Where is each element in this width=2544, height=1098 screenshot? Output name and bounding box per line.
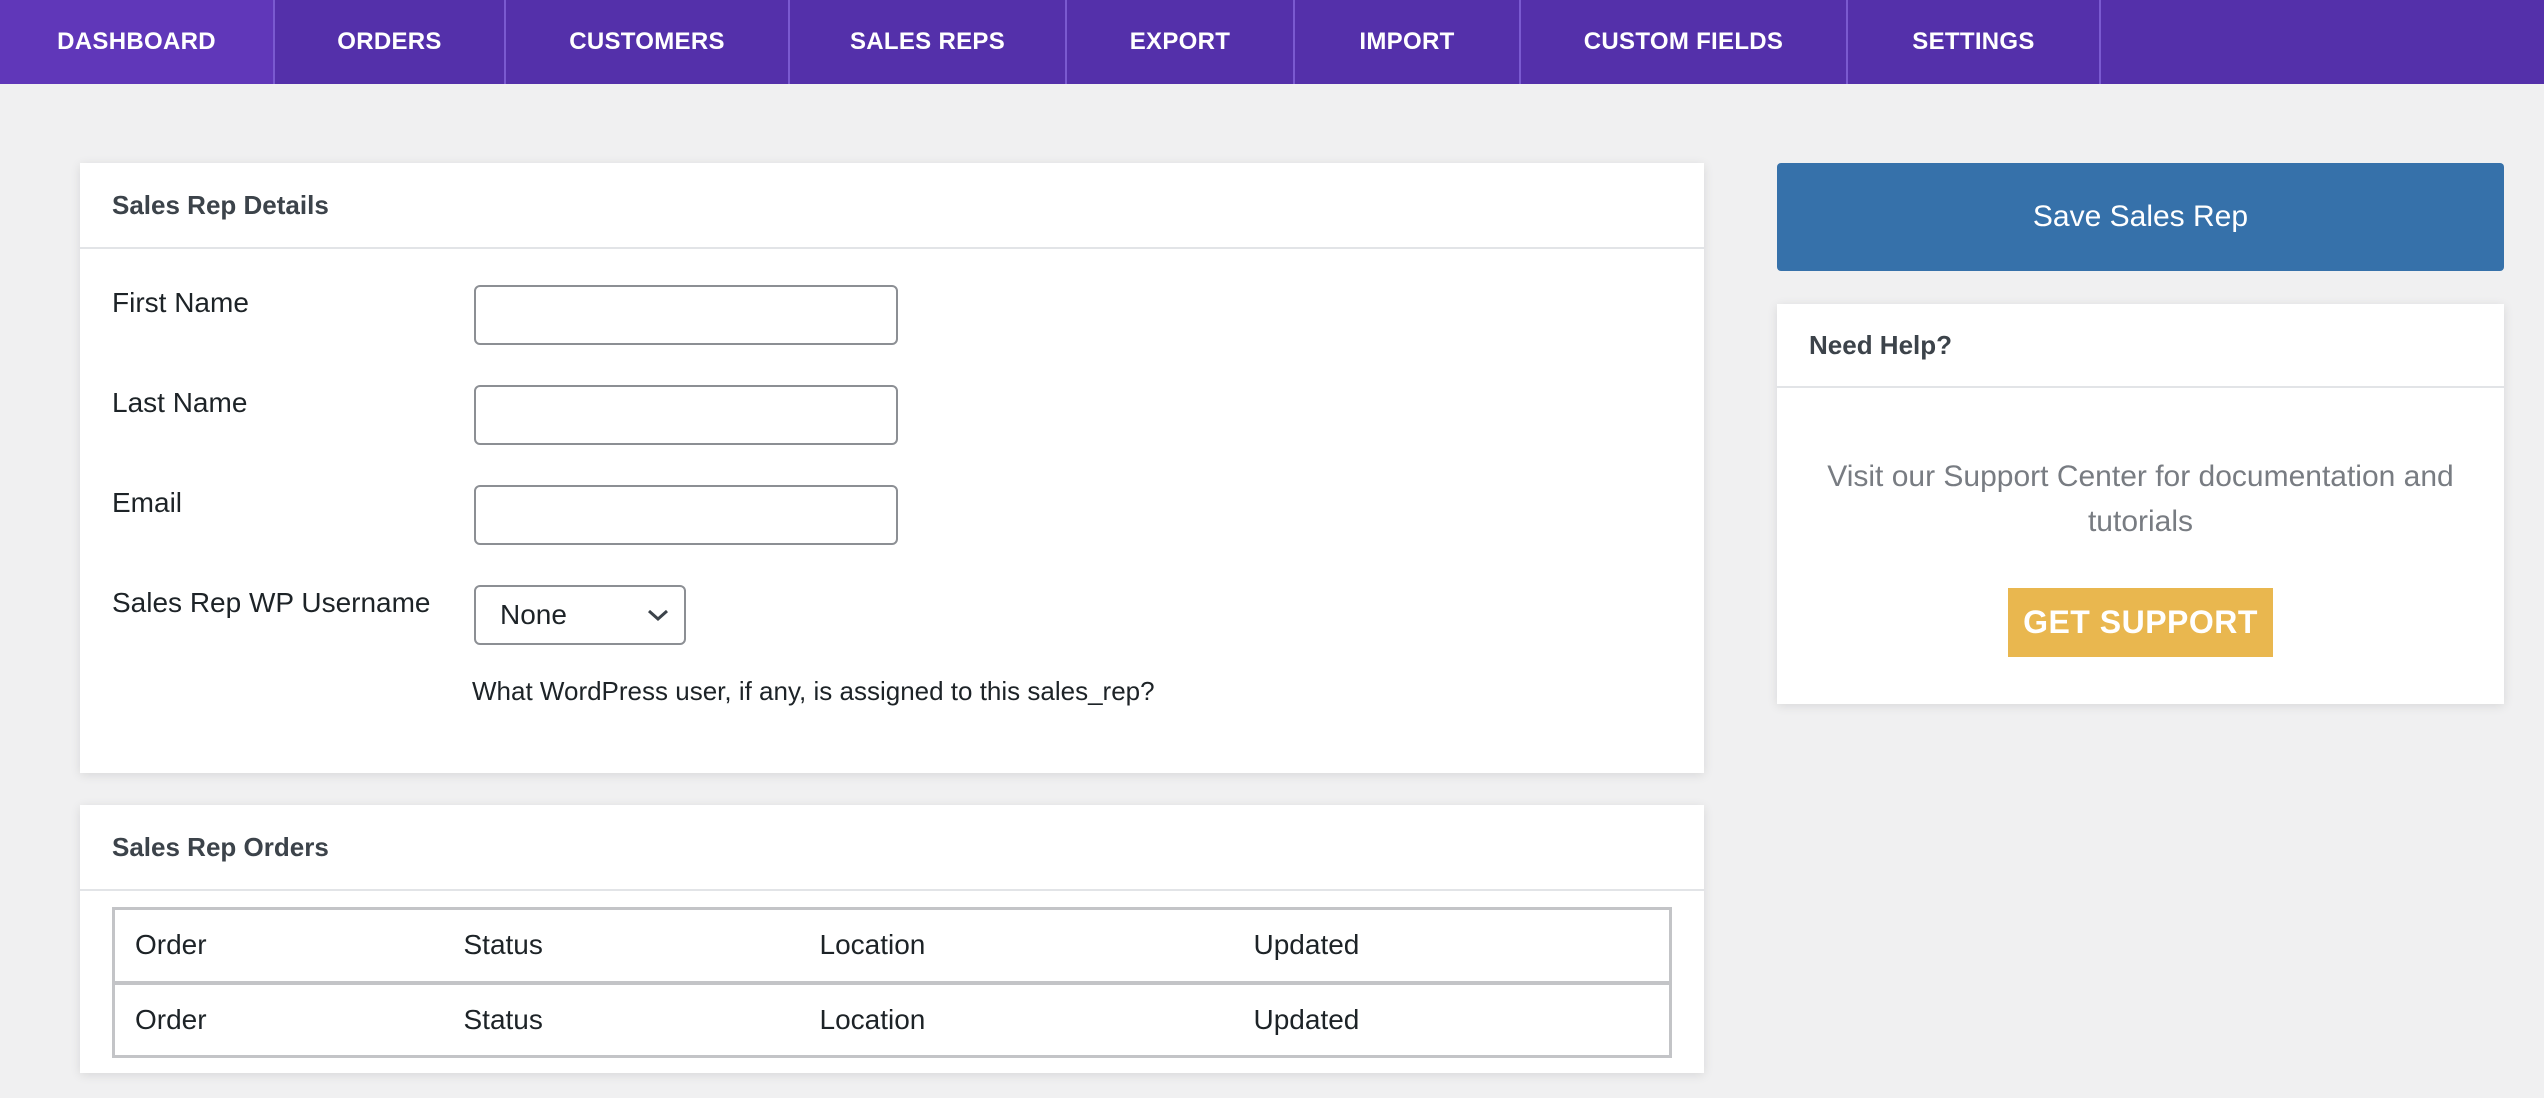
sales-rep-details-panel: Sales Rep Details First Name Last Name E…	[80, 163, 1704, 773]
nav-item-export[interactable]: EXPORT	[1067, 0, 1295, 84]
wp-username-selected-value: None	[500, 599, 567, 630]
need-help-panel: Need Help? Visit our Support Center for …	[1777, 304, 2504, 704]
save-sales-rep-button[interactable]: Save Sales Rep	[1777, 163, 2504, 271]
column-header-location[interactable]: Location	[800, 909, 1234, 983]
wp-username-select[interactable]: None	[474, 585, 686, 645]
nav-item-orders[interactable]: ORDERS	[275, 0, 506, 84]
nav-item-dashboard[interactable]: DASHBOARD	[0, 0, 275, 84]
first-name-label: First Name	[112, 287, 249, 318]
nav-item-settings[interactable]: SETTINGS	[1848, 0, 2101, 84]
cell-order: Order	[135, 1003, 207, 1035]
email-label: Email	[112, 487, 183, 518]
column-header-order[interactable]: Order	[114, 909, 444, 983]
panel-title: Sales Rep Orders	[80, 805, 1704, 891]
top-navigation: DASHBOARD ORDERS CUSTOMERS SALES REPS EX…	[0, 0, 2544, 84]
wp-username-label: Sales Rep WP Username	[112, 587, 431, 618]
first-name-input[interactable]	[474, 285, 898, 345]
nav-item-customers[interactable]: CUSTOMERS	[506, 0, 790, 84]
get-support-button[interactable]: GET SUPPORT	[2008, 588, 2273, 657]
wp-username-help-text: What WordPress user, if any, is assigned…	[472, 676, 1155, 706]
cell-status: Status	[463, 1003, 543, 1035]
email-input[interactable]	[474, 485, 898, 545]
cell-location: Location	[819, 1003, 926, 1035]
chevron-down-icon	[648, 609, 668, 622]
sales-rep-orders-panel: Sales Rep Orders Order Status Location U…	[80, 805, 1704, 1073]
table-row: Order Status Location Updated	[114, 983, 1671, 1057]
last-name-label: Last Name	[112, 387, 248, 418]
column-header-status[interactable]: Status	[444, 909, 800, 983]
nav-item-import[interactable]: IMPORT	[1295, 0, 1521, 84]
nav-item-custom-fields[interactable]: CUSTOM FIELDS	[1521, 0, 1848, 84]
cell-updated: Updated	[1253, 1003, 1360, 1035]
last-name-input[interactable]	[474, 385, 898, 445]
panel-title: Need Help?	[1777, 304, 2504, 388]
orders-table: Order Status Location Updated Order Stat…	[112, 907, 1672, 1058]
panel-title: Sales Rep Details	[80, 163, 1704, 249]
table-header-row: Order Status Location Updated	[113, 909, 1671, 983]
nav-item-sales-reps[interactable]: SALES REPS	[790, 0, 1067, 84]
column-header-updated[interactable]: Updated	[1234, 909, 1671, 983]
support-description: Visit our Support Center for documentati…	[1827, 460, 2454, 538]
